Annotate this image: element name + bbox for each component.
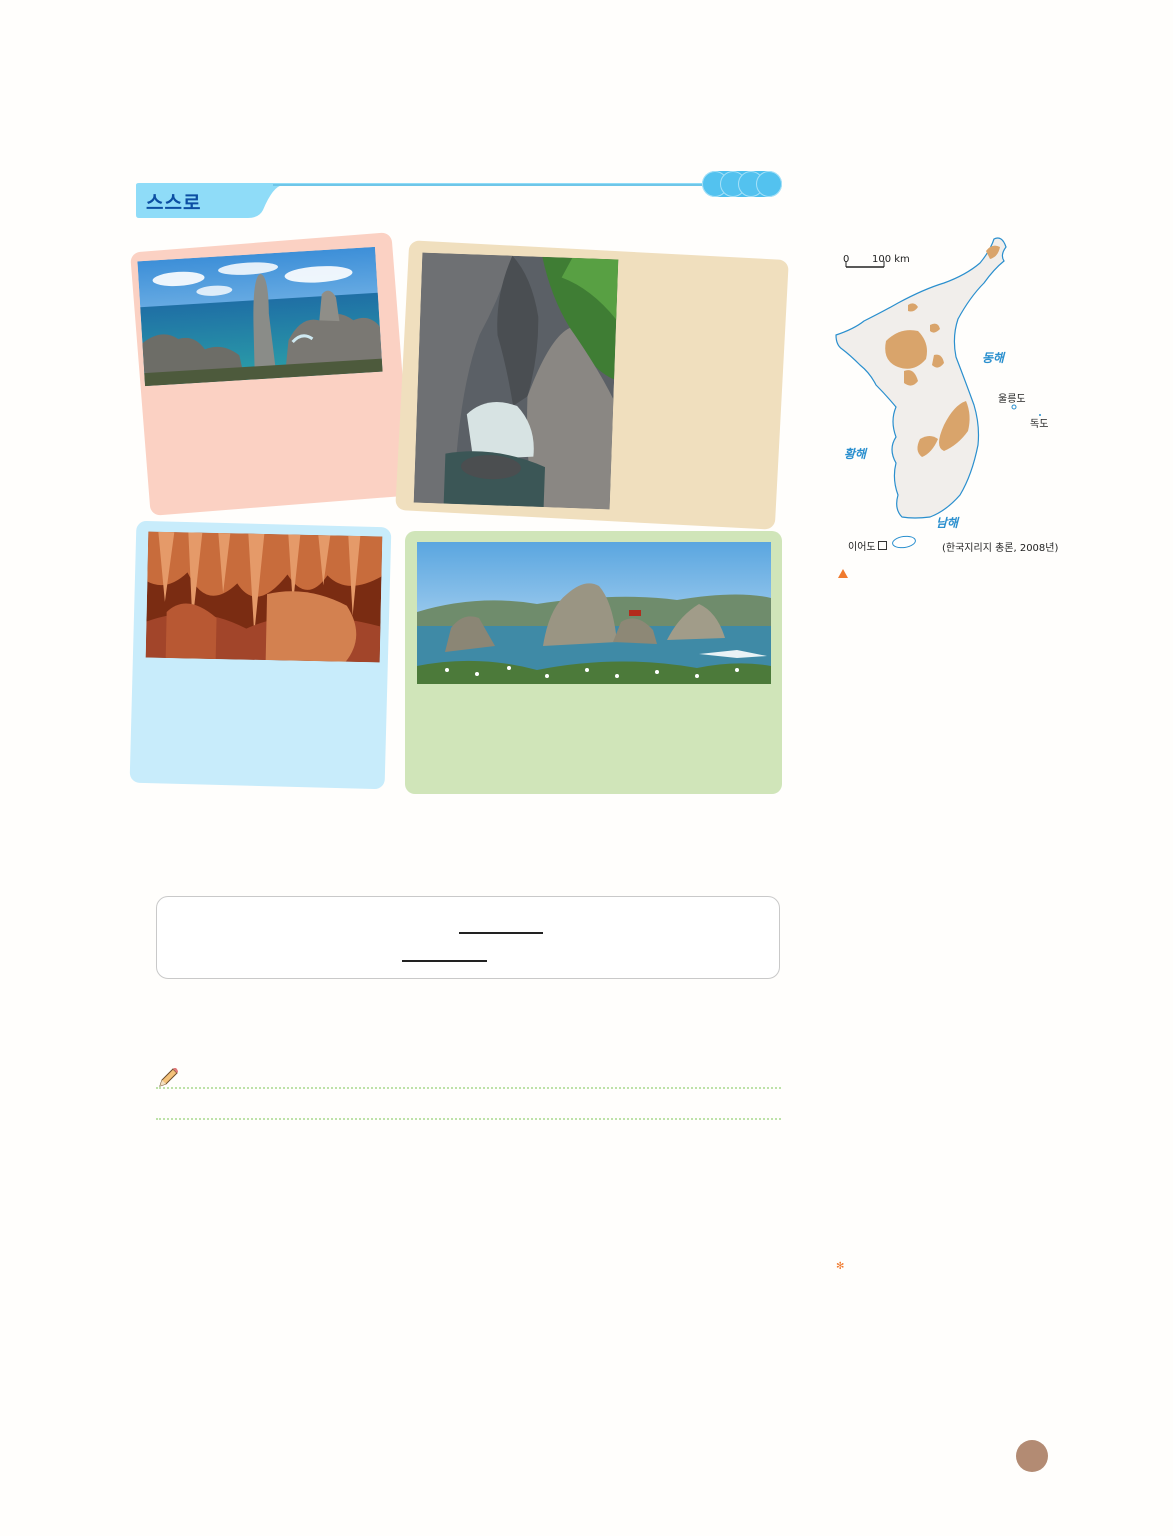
asterisk-icon: ✻	[836, 1261, 845, 1272]
korea-relief-map	[835, 237, 1041, 519]
answer-blank[interactable]	[402, 960, 487, 962]
note-line[interactable]	[156, 1118, 781, 1120]
answer-box[interactable]	[156, 896, 780, 979]
map-label-dokdo: 독도	[1030, 419, 1049, 430]
map-label-east-sea: 동해	[982, 351, 1005, 365]
answer-blank[interactable]	[459, 932, 543, 934]
map-source: (한국지리지 총론, 2008년)	[942, 543, 1059, 554]
map-label-ulleungdo: 울릉도	[998, 394, 1026, 405]
section-badge	[702, 171, 782, 197]
map-scale-zero: 0	[843, 254, 850, 265]
section-title: 스스로	[146, 192, 202, 214]
section-banner	[136, 183, 713, 218]
photo-river-rocks	[417, 542, 771, 684]
map-label-yellow-sea: 황해	[844, 447, 867, 461]
triangle-marker-icon	[838, 569, 848, 578]
photo-sea-stacks	[137, 246, 383, 387]
photo-limestone-cave	[145, 531, 383, 663]
map-label-ieodo: 이어도	[848, 542, 876, 553]
jeju-island-shape	[891, 534, 917, 550]
photo-rock-gorge	[413, 252, 619, 510]
map-label-south-sea: 남해	[936, 516, 959, 530]
ieodo-marker	[878, 541, 887, 550]
map-scale-label: 100 km	[872, 254, 910, 265]
page-number-badge	[1016, 1440, 1048, 1472]
note-line[interactable]	[156, 1087, 781, 1089]
